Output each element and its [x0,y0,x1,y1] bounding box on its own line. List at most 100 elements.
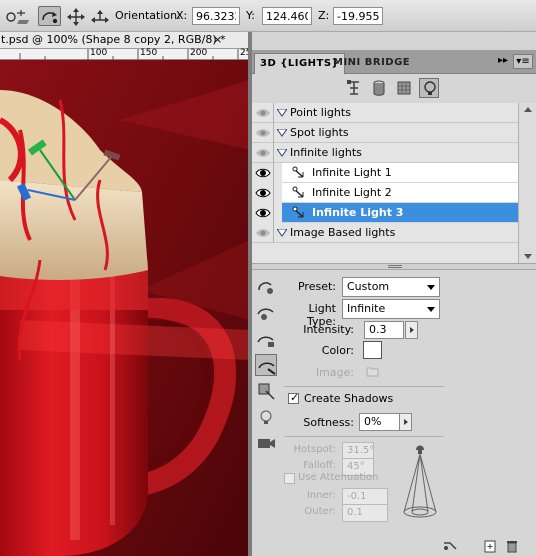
horizontal-ruler: 100 150 200 250 [0,48,250,60]
light-tools [252,272,280,472]
tree-row-infinite-light-3[interactable]: Infinite Light 3 [252,203,518,223]
close-document-icon[interactable]: × [213,32,222,48]
rotate-light-tool-icon[interactable] [255,276,277,298]
preset-dropdown[interactable]: Custom [342,277,440,297]
infinite-light-icon [292,206,304,218]
expand-triangle-icon[interactable] [277,229,287,237]
tree-scrollbar[interactable] [518,103,536,263]
preset-value: Custom [347,280,390,293]
delete-light-icon[interactable] [504,538,520,554]
visibility-toggle[interactable] [252,183,274,203]
visibility-toggle[interactable] [252,143,274,163]
ruler-tick: 100 [90,48,108,58]
tree-row-infinite-lights[interactable]: Infinite lights [252,143,518,163]
collapse-panel-icon[interactable]: ▸▸ [498,55,508,66]
create-shadows-checkbox[interactable]: ✓ [288,391,299,404]
scene-icon[interactable] [344,78,364,98]
panel-bottom-bar [252,536,536,556]
tree-label: Infinite Light 3 [312,206,404,219]
light-type-value: Infinite [347,302,386,315]
spotlight-cone-icon [403,445,437,518]
use-attenuation-label: Use Attenuation [298,472,379,483]
move-to-view-icon[interactable] [255,380,277,402]
tree-row-spot-lights[interactable]: Spot lights [252,123,518,143]
eye-dim-icon [256,129,270,137]
tree-label: Infinite Light 1 [312,166,392,179]
rotate-light-icon[interactable] [38,6,61,26]
x-label: X: [176,9,188,22]
separator [284,386,444,387]
tab-mini-bridge[interactable]: MINI BRIDGE [328,53,415,74]
visibility-toggle[interactable] [252,103,274,123]
tree-row-infinite-light-2[interactable]: Infinite Light 2 [252,183,518,203]
panel-menu-icon[interactable]: ▾≡ [513,54,533,69]
x-field[interactable] [192,7,240,25]
ruler-tick: 150 [140,48,158,58]
document-window: t.psd @ 100% (Shape 8 copy 2, RGB/8) * ×… [0,32,250,556]
intensity-field[interactable]: 0.3 [364,321,404,339]
section-splitter[interactable] [252,263,536,270]
3d-light-tool-icon[interactable] [2,6,32,26]
pan-light-tool-icon[interactable] [255,302,277,324]
tree-label: Point lights [290,106,351,119]
hotspot-label: Hotspot: [293,444,336,455]
drag-light-icon[interactable] [64,6,86,26]
add-light-bulb-icon[interactable] [255,406,277,428]
options-bar: Orientation: X: Y: Z: [0,0,536,32]
use-attenuation-checkbox[interactable] [284,473,295,484]
tree-label: Spot lights [290,126,349,139]
light-color-swatch[interactable] [363,341,382,359]
z-field[interactable] [333,7,383,25]
folder-icon[interactable] [366,366,380,378]
toggle-lights-icon[interactable] [442,538,458,554]
softness-label: Softness: [303,416,354,429]
infinite-light-icon [292,186,304,198]
separator [284,436,444,437]
origin-light-tool-icon[interactable] [255,354,277,376]
tree-row-image-based-lights[interactable]: Image Based lights [252,223,518,243]
scroll-arrows [524,107,532,259]
panel-tabs: 3D {LIGHTS} MINI BRIDGE ▸▸ ▾≡ [252,50,536,74]
tree-row-infinite-light-1[interactable]: Infinite Light 1 [252,163,518,183]
eye-icon [255,188,271,198]
visibility-toggle[interactable] [252,163,274,183]
ruler-tick: 200 [190,48,208,58]
dropdown-arrow-icon [427,307,435,312]
visibility-toggle[interactable] [252,223,274,243]
splitter-grip [388,265,402,268]
mesh-icon[interactable] [369,78,389,98]
expand-triangle-icon[interactable] [277,149,287,157]
expand-triangle-icon[interactable] [277,109,287,117]
intensity-slider-toggle[interactable] [405,321,418,339]
expand-triangle-icon[interactable] [277,129,287,137]
document-title: t.psd @ 100% (Shape 8 copy 2, RGB/8) * [1,33,226,46]
softness-slider-toggle[interactable] [399,413,412,431]
slide-light-tool-icon[interactable] [255,328,277,350]
outer-field[interactable]: 0.1 [342,504,388,522]
y-label: Y: [246,9,255,22]
visibility-toggle[interactable] [252,203,274,223]
preset-label: Preset: [297,280,336,293]
tree-row-point-lights[interactable]: Point lights [252,103,518,123]
canvas[interactable] [0,60,250,556]
document-tab[interactable]: t.psd @ 100% (Shape 8 copy 2, RGB/8) * × [0,32,250,49]
y-field[interactable] [262,7,312,25]
eye-icon [255,168,271,178]
slide-light-icon[interactable] [88,6,110,26]
lights-tree: Point lights Spot lights Infinite lights [252,103,518,263]
light-type-dropdown[interactable]: Infinite [342,299,440,319]
create-shadows-label: Create Shadows [304,392,394,405]
tree-label: Image Based lights [290,226,396,239]
falloff-label: Falloff: [303,460,336,471]
tree-label: Infinite lights [290,146,362,159]
visibility-toggle[interactable] [252,123,274,143]
lights-icon[interactable] [419,78,439,98]
image-label: Image: [315,366,354,379]
materials-icon[interactable] [394,78,414,98]
z-label: Z: [318,9,330,22]
new-light-icon[interactable] [482,538,498,554]
3d-lights-panel: 3D {LIGHTS} MINI BRIDGE ▸▸ ▾≡ Point ligh… [252,50,536,556]
color-label: Color: [321,344,354,357]
eye-dim-icon [256,229,270,237]
eye-dim-icon [256,109,270,117]
